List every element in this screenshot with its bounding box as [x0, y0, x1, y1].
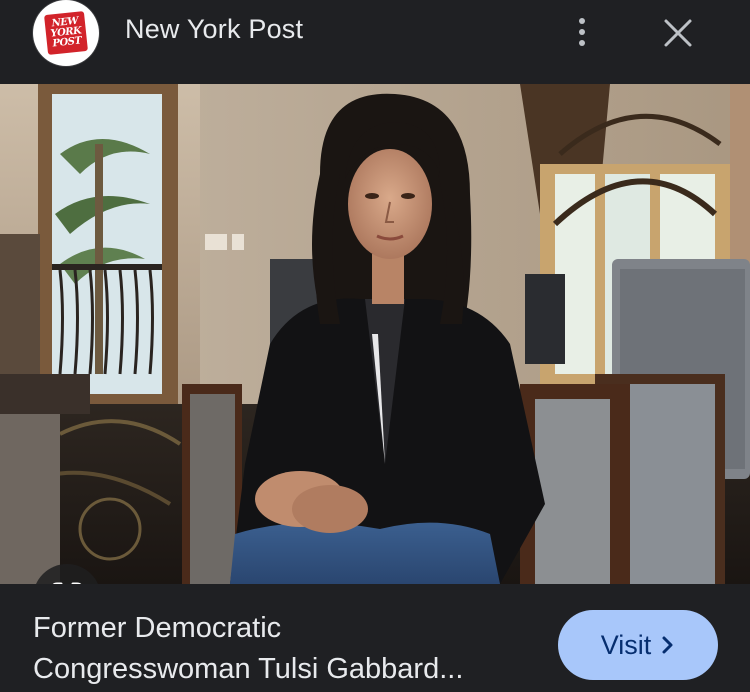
chevron-right-icon: [662, 636, 673, 654]
more-options-button[interactable]: [566, 12, 598, 52]
viewer-header: NEW YORK POST New York Post: [0, 0, 750, 84]
visit-button[interactable]: Visit: [558, 610, 718, 680]
more-vertical-icon: [579, 29, 585, 35]
photo-illustration: [0, 84, 750, 584]
more-vertical-icon: [579, 40, 585, 46]
visit-button-label: Visit: [600, 629, 652, 660]
source-title[interactable]: New York Post: [125, 14, 303, 45]
preview-image[interactable]: [0, 84, 750, 584]
result-footer: Former Democratic Congresswoman Tulsi Ga…: [0, 584, 750, 692]
image-caption[interactable]: Former Democratic Congresswoman Tulsi Ga…: [33, 608, 533, 690]
logo-text-line: POST: [52, 35, 82, 50]
source-logo[interactable]: NEW YORK POST: [33, 0, 99, 66]
close-icon: [664, 19, 692, 47]
more-vertical-icon: [579, 18, 585, 24]
close-button[interactable]: [658, 13, 698, 53]
new-york-post-logo-icon: NEW YORK POST: [44, 11, 88, 55]
